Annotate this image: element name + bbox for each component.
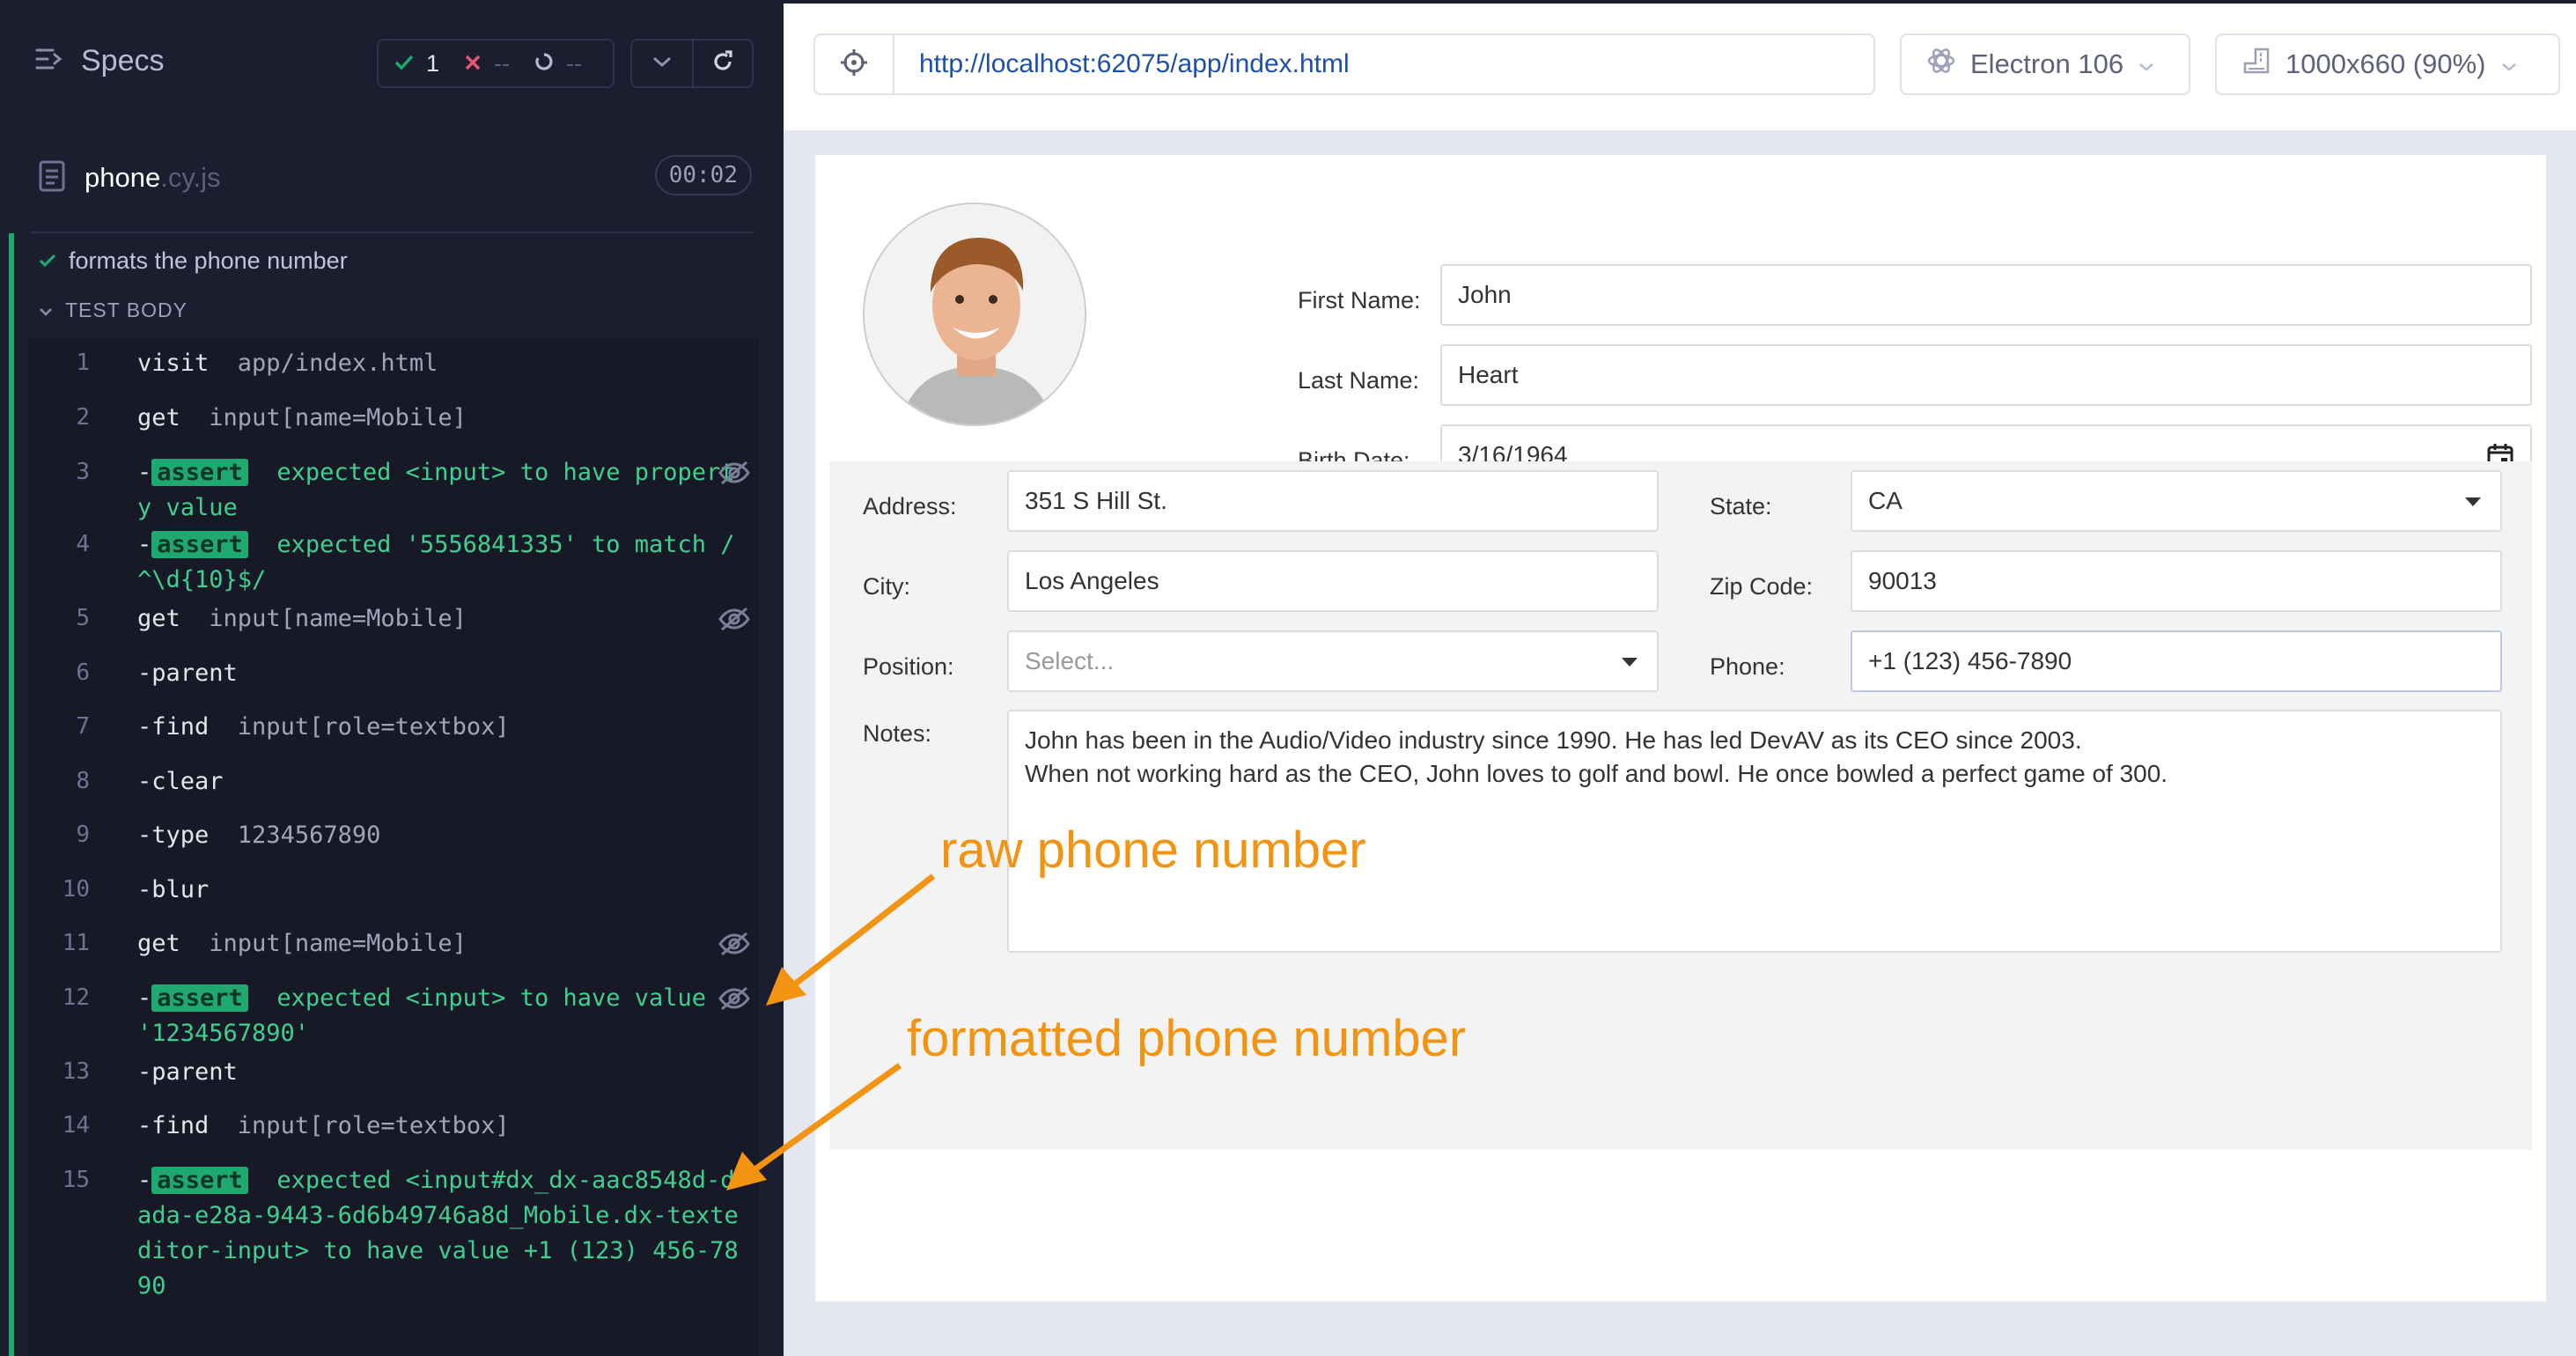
annotation-arrows: [726, 873, 936, 1190]
arrow-raw: [766, 873, 936, 1006]
arrow-formatted: [726, 1063, 902, 1190]
